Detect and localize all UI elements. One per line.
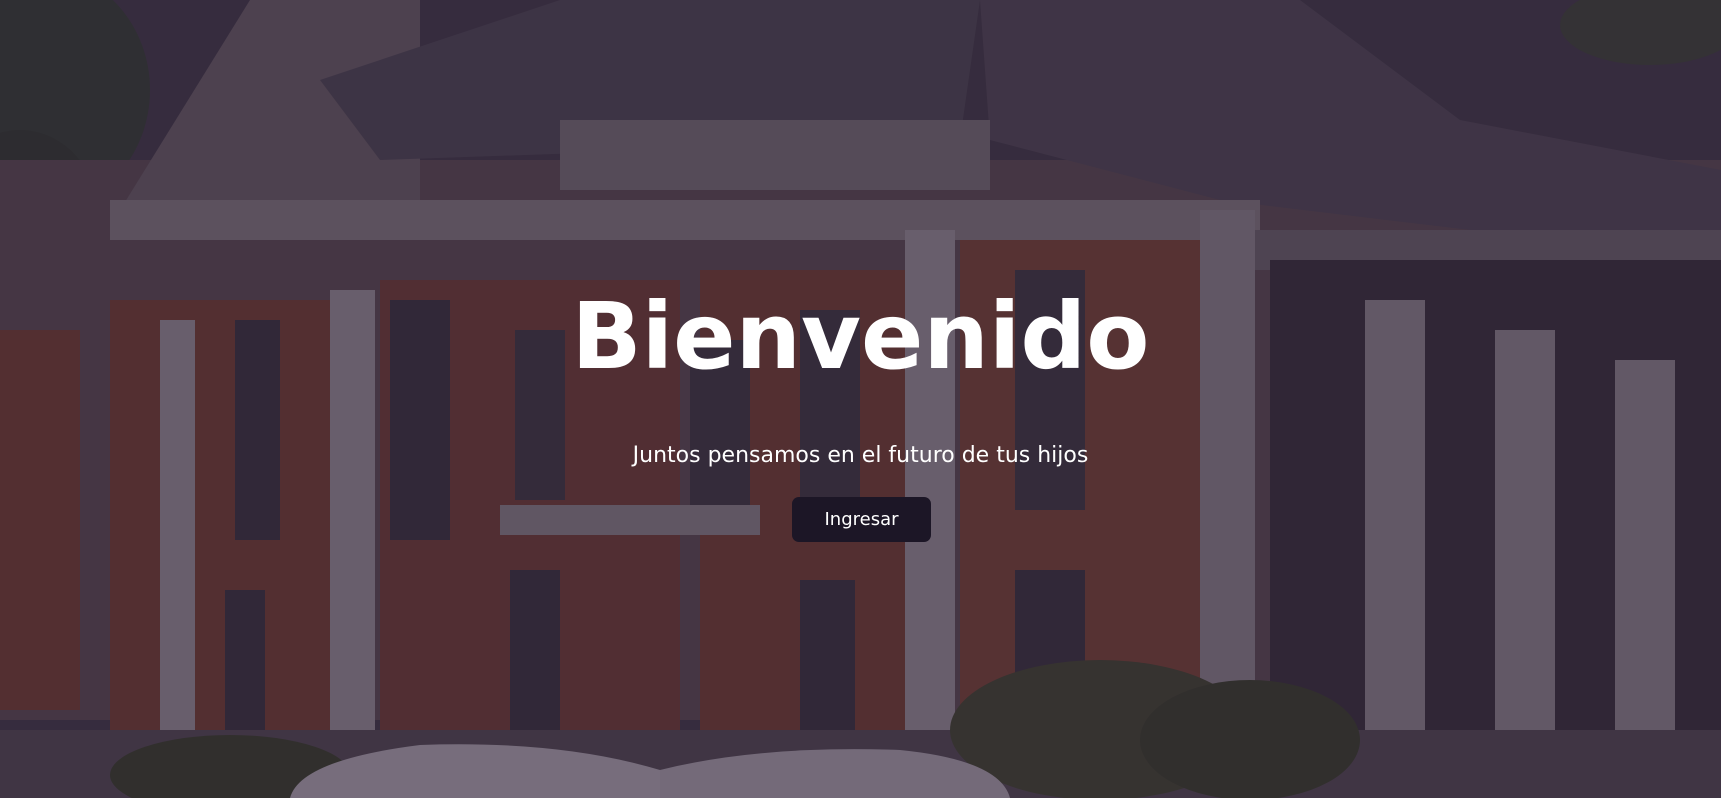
hero-section: Bienvenido Juntos pensamos en el futuro … xyxy=(0,0,1721,798)
hero-title: Bienvenido xyxy=(571,283,1150,390)
login-button[interactable]: Ingresar xyxy=(792,497,931,542)
hero-content: Bienvenido Juntos pensamos en el futuro … xyxy=(0,0,1721,798)
hero-subtitle: Juntos pensamos en el futuro de tus hijo… xyxy=(632,443,1089,468)
